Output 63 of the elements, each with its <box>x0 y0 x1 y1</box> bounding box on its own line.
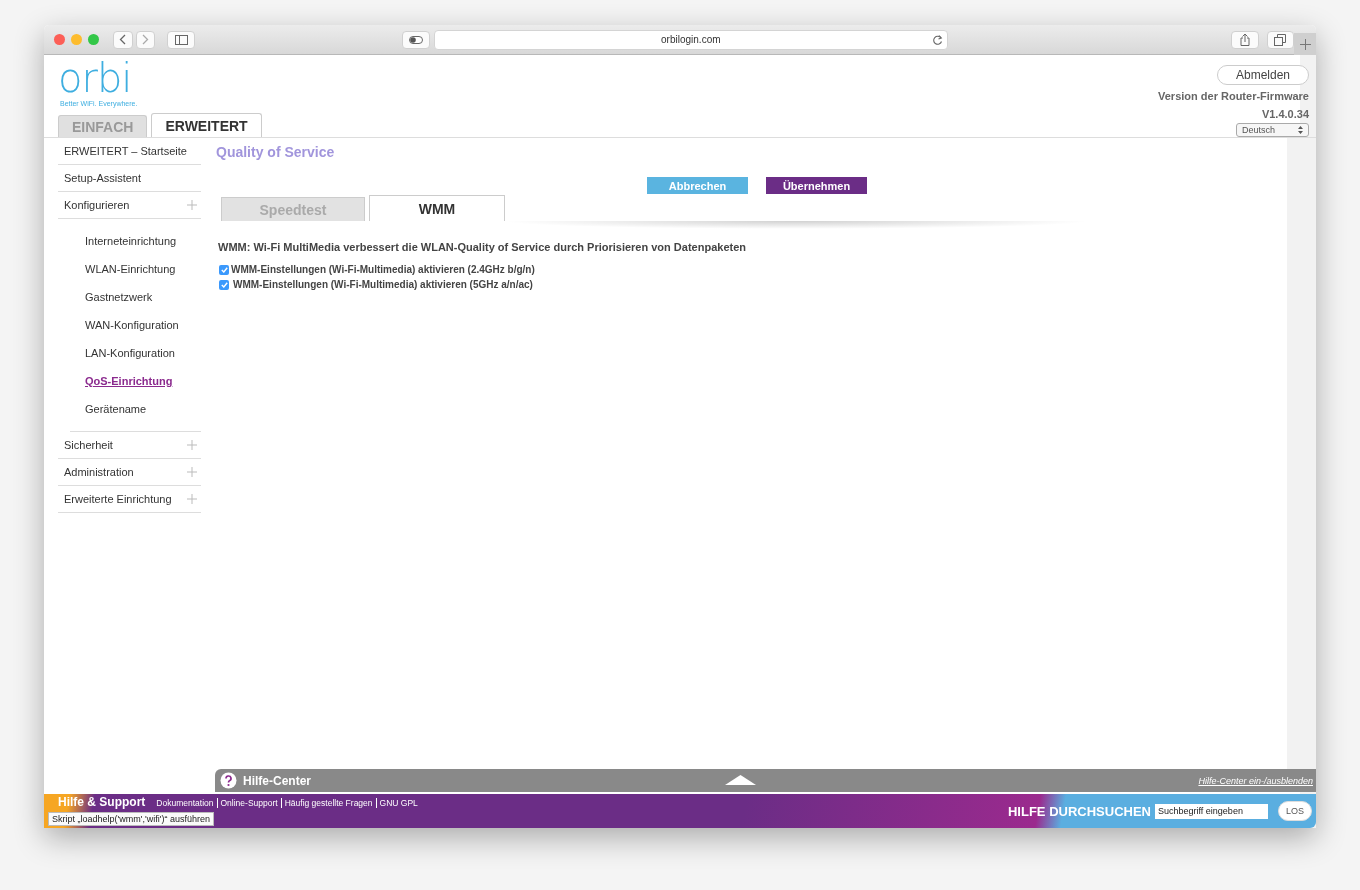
sidebar-item[interactable]: Konfigurieren <box>58 192 201 219</box>
mode-tab[interactable]: ERWEITERT <box>151 113 262 137</box>
apply-button[interactable]: Übernehmen <box>766 177 867 194</box>
help-center-title: Hilfe-Center <box>243 773 311 788</box>
footer-link[interactable]: Häufig gestellte Fragen <box>280 798 376 808</box>
footer-link[interactable]: Online-Support <box>216 798 281 808</box>
zoom-button[interactable] <box>87 34 99 45</box>
search-button[interactable]: LOS <box>1278 801 1312 821</box>
address-bar[interactable]: orbilogin.com <box>433 29 948 50</box>
checkbox[interactable] <box>219 264 229 275</box>
sidebar-item[interactable]: Erweiterte Einrichtung <box>58 486 201 513</box>
description-text: WMM: Wi-Fi MultiMedia verbessert die WLAN-Quality of Service durch Priorisieren von Datenpaketen <box>218 241 747 253</box>
sidebar-item[interactable]: ERWEITERT – Startseite <box>58 138 201 165</box>
plus-icon <box>1299 38 1311 50</box>
toggle-help-link[interactable]: Hilfe-Center ein-/ausblenden <box>1198 775 1313 786</box>
close-button[interactable] <box>54 34 65 45</box>
checkbox-label: WMM-Einstellungen (Wi-Fi-Multimedia) aktivieren (5GHz a/n/ac) <box>233 279 533 290</box>
up-arrow-icon[interactable] <box>725 775 756 785</box>
sidebar-subitem[interactable]: WLAN-Einrichtung <box>70 255 176 283</box>
reader-button[interactable] <box>402 30 430 49</box>
logout-button[interactable]: Abmelden <box>1216 65 1309 85</box>
sidebar-subitem[interactable]: QoS-Einrichtung <box>70 367 173 395</box>
new-tab-button[interactable] <box>1294 33 1316 55</box>
sidebar-item[interactable]: Sicherheit <box>58 432 201 459</box>
footer-title: Hilfe & Support <box>58 795 146 809</box>
sidebar-subitem[interactable]: LAN-Konfiguration <box>70 339 175 367</box>
sidebar-subitem[interactable]: Gerätename <box>70 395 147 423</box>
language-select[interactable]: Deutsch <box>1236 123 1309 137</box>
footer-link[interactable]: Dokumentation <box>153 798 217 808</box>
footer-link[interactable]: GNU GPL <box>375 798 421 808</box>
chevron-right-icon <box>141 34 149 45</box>
logo: orbi <box>58 60 132 96</box>
share-button[interactable] <box>1230 30 1259 49</box>
sidebar-icon <box>174 34 188 45</box>
tabs-icon <box>1274 33 1287 46</box>
help-icon[interactable] <box>220 772 237 789</box>
url-text: orbilogin.com <box>661 34 721 45</box>
checkbox[interactable] <box>219 279 229 290</box>
sidebar-item[interactable]: Setup-Assistent <box>58 165 201 192</box>
updown-arrow-icon <box>1298 126 1303 134</box>
checkbox-label: WMM-Einstellungen (Wi-Fi-Multimedia) aktivieren (2.4GHz b/g/n) <box>231 264 535 275</box>
sidebar-subitem[interactable]: Interneteinrichtung <box>70 227 177 255</box>
plus-icon[interactable] <box>187 494 197 504</box>
tabs-button[interactable] <box>1266 30 1295 49</box>
plus-icon[interactable] <box>187 440 197 450</box>
share-icon <box>1239 33 1250 46</box>
sidebar-button[interactable] <box>167 30 196 49</box>
toggle-icon <box>408 35 423 44</box>
plus-icon[interactable] <box>187 467 197 477</box>
page-title: Quality of Service <box>216 144 336 160</box>
firmware-label: Version der Router-Firmware <box>1158 90 1309 103</box>
firmware-version: V1.4.0.34 <box>1261 108 1309 121</box>
tab[interactable]: WMM <box>369 195 505 221</box>
status-tooltip: Skript „loadhelp('wmm','wifi')“ ausführen <box>48 812 214 826</box>
search-label: HILFE DURCHSUCHEN <box>1008 803 1151 819</box>
sidebar-subitem[interactable]: WAN-Konfiguration <box>70 311 179 339</box>
back-button[interactable] <box>112 30 133 49</box>
sidebar-subitem[interactable]: Gastnetzwerk <box>70 283 153 311</box>
sidebar-item[interactable]: Administration <box>58 459 201 486</box>
search-field[interactable]: Suchbegriff eingeben <box>1155 803 1268 819</box>
plus-icon[interactable] <box>187 200 197 210</box>
chevron-left-icon <box>119 34 127 45</box>
reload-icon[interactable] <box>931 33 943 46</box>
